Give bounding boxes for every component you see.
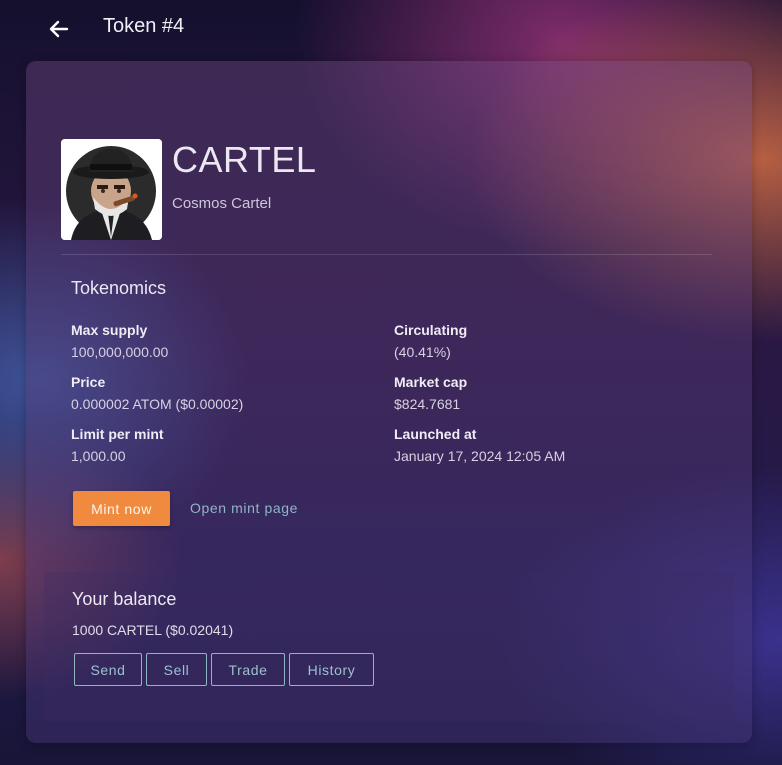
field-limit-per-mint: Limit per mint 1,000.00 — [71, 426, 164, 464]
field-value: (40.41%) — [394, 344, 451, 360]
token-card: CARTEL Cosmos Cartel Tokenomics Max supp… — [26, 61, 752, 743]
history-button[interactable]: History — [289, 653, 374, 686]
field-market-cap: Market cap $824.7681 — [394, 374, 467, 412]
field-label: Launched at — [394, 426, 477, 442]
token-symbol: CARTEL — [172, 139, 317, 180]
field-label: Max supply — [71, 322, 148, 338]
field-label: Price — [71, 374, 106, 390]
field-launched-at: Launched at January 17, 2024 12:05 AM — [394, 426, 565, 464]
token-name: Cosmos Cartel — [172, 195, 272, 212]
mint-now-button[interactable]: Mint now — [73, 491, 170, 526]
top-bar: Token #4 — [0, 0, 782, 56]
field-circulating: Circulating (40.41%) — [394, 322, 467, 360]
balance-value: 1000 CARTEL ($0.02041) — [72, 622, 234, 638]
send-button[interactable]: Send — [74, 653, 142, 686]
field-price: Price 0.000002 ATOM ($0.00002) — [71, 374, 243, 412]
field-value: $824.7681 — [394, 396, 461, 412]
field-max-supply: Max supply 100,000,000.00 — [71, 322, 168, 360]
balance-actions: Send Sell Trade History — [74, 653, 374, 686]
field-value: 0.000002 ATOM ($0.00002) — [71, 396, 244, 412]
back-button[interactable] — [44, 14, 74, 44]
gangster-avatar-icon — [61, 139, 162, 240]
open-mint-page-link[interactable]: Open mint page — [190, 500, 298, 516]
arrow-left-icon — [49, 20, 69, 38]
field-label: Circulating — [394, 322, 468, 338]
balance-title: Your balance — [72, 589, 177, 609]
field-label: Limit per mint — [71, 426, 164, 442]
field-value: January 17, 2024 12:05 AM — [394, 448, 566, 464]
page-title: Token #4 — [103, 15, 185, 37]
tokenomics-title: Tokenomics — [71, 278, 167, 298]
field-value: 1,000.00 — [71, 448, 126, 464]
balance-section: Your balance 1000 CARTEL ($0.02041) Send… — [44, 572, 734, 722]
divider — [61, 254, 712, 255]
trade-button[interactable]: Trade — [211, 653, 285, 686]
field-label: Market cap — [394, 374, 468, 390]
field-value: 100,000,000.00 — [71, 344, 169, 360]
sell-button[interactable]: Sell — [146, 653, 207, 686]
